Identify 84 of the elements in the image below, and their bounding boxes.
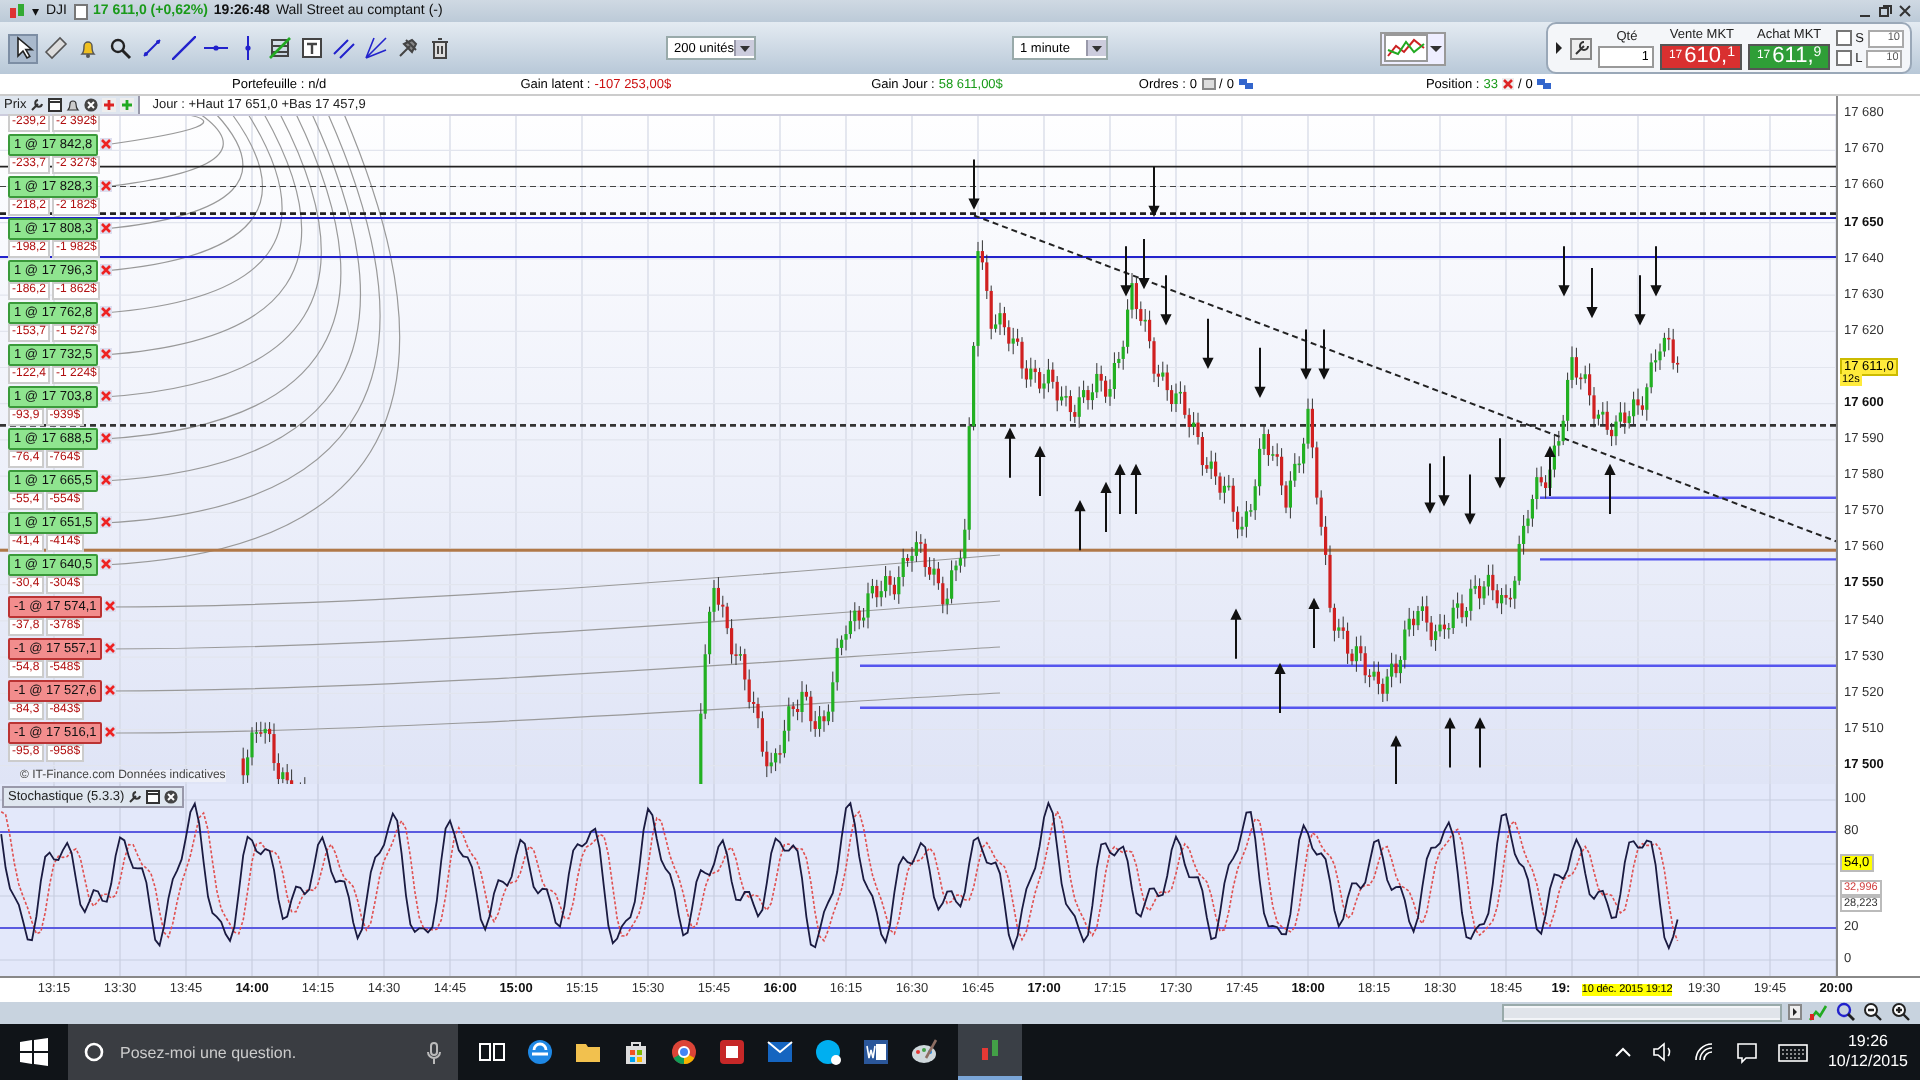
taskbar-app-button[interactable] bbox=[958, 1024, 1022, 1080]
cross-icon[interactable] bbox=[100, 138, 113, 151]
chart-type-button[interactable] bbox=[1380, 31, 1446, 66]
cross-icon[interactable] bbox=[100, 306, 113, 319]
cross-icon[interactable] bbox=[104, 600, 117, 613]
tool-button[interactable] bbox=[360, 33, 390, 64]
folder-icon[interactable] bbox=[574, 1040, 602, 1064]
wrench-icon[interactable] bbox=[128, 789, 143, 804]
plus-icon[interactable] bbox=[120, 97, 135, 112]
cross-icon[interactable] bbox=[100, 432, 113, 445]
color-wheel-icon[interactable] bbox=[670, 1038, 698, 1066]
caret-icon bbox=[1086, 40, 1106, 57]
grid-icon bbox=[267, 36, 291, 61]
restore-icon[interactable] bbox=[1878, 4, 1892, 19]
search-field[interactable]: Posez-moi une question. bbox=[116, 1041, 414, 1063]
cross-icon[interactable] bbox=[100, 264, 113, 277]
bell-icon[interactable] bbox=[66, 97, 81, 112]
tool-button[interactable] bbox=[264, 33, 294, 64]
arrow-right-icon[interactable] bbox=[1788, 1004, 1802, 1021]
checkbox[interactable] bbox=[1835, 30, 1852, 47]
cross-icon[interactable] bbox=[100, 474, 113, 487]
microphone-icon[interactable] bbox=[426, 1041, 442, 1063]
line-icon bbox=[171, 36, 195, 61]
search-icon bbox=[107, 36, 131, 61]
cross-icon[interactable] bbox=[1501, 78, 1514, 90]
candlestick-icon bbox=[8, 1, 26, 22]
settings-button[interactable] bbox=[1570, 37, 1593, 60]
pointer-icon bbox=[11, 36, 35, 61]
list-icon[interactable] bbox=[1201, 78, 1216, 90]
palette-icon[interactable] bbox=[910, 1038, 938, 1066]
wifi-icon[interactable] bbox=[1693, 1042, 1716, 1062]
wrench-icon[interactable] bbox=[30, 97, 45, 112]
window-icon[interactable] bbox=[146, 789, 161, 804]
tool-button[interactable] bbox=[8, 33, 38, 64]
cross-icon[interactable] bbox=[104, 726, 117, 739]
notification-icon[interactable] bbox=[1735, 1041, 1758, 1063]
keyboard-icon[interactable] bbox=[1777, 1043, 1808, 1061]
hammer-icon bbox=[395, 36, 419, 61]
cross-icon[interactable] bbox=[100, 180, 113, 193]
circle-icon bbox=[84, 1042, 104, 1062]
clock-date[interactable]: 10/12/2015 bbox=[1827, 1052, 1908, 1072]
pitchfork-icon bbox=[363, 36, 387, 61]
tool-button[interactable] bbox=[296, 33, 326, 64]
ruler-icon bbox=[43, 36, 67, 61]
cross-icon[interactable] bbox=[100, 516, 113, 529]
zoom-fit-icon[interactable] bbox=[1834, 1002, 1856, 1023]
caret-icon bbox=[734, 40, 754, 57]
link-icon[interactable] bbox=[1237, 78, 1254, 90]
candlestick-icon bbox=[976, 1036, 1004, 1064]
text-box-icon bbox=[299, 36, 323, 61]
segment-icon bbox=[139, 36, 163, 61]
cross-icon[interactable] bbox=[104, 642, 117, 655]
checkbox[interactable] bbox=[1835, 50, 1852, 67]
expand-icon[interactable] bbox=[1554, 42, 1565, 55]
close-icon[interactable] bbox=[1898, 4, 1912, 19]
search-bar[interactable]: Posez-moi une question. bbox=[68, 1024, 458, 1080]
shopping-bag-icon[interactable] bbox=[622, 1038, 650, 1066]
wrench-icon bbox=[1573, 40, 1590, 57]
channel-icon bbox=[331, 36, 355, 61]
window-icon[interactable] bbox=[48, 97, 63, 112]
globe-icon[interactable] bbox=[526, 1038, 554, 1066]
document-icon[interactable] bbox=[862, 1038, 890, 1066]
task-view-icon[interactable] bbox=[478, 1040, 506, 1064]
tool-button[interactable] bbox=[168, 33, 198, 64]
link-icon[interactable] bbox=[1536, 78, 1553, 90]
plus-icon[interactable] bbox=[102, 97, 117, 112]
app-tile-icon[interactable] bbox=[718, 1038, 746, 1066]
start-icon[interactable] bbox=[20, 1038, 48, 1066]
caret-up-icon[interactable] bbox=[1613, 1046, 1632, 1058]
cross-icon[interactable] bbox=[100, 558, 113, 571]
cross-icon[interactable] bbox=[100, 348, 113, 361]
mail-icon[interactable] bbox=[766, 1038, 794, 1066]
cross-icon[interactable] bbox=[100, 222, 113, 235]
chart-icon bbox=[1384, 34, 1428, 63]
cross-icon[interactable] bbox=[100, 390, 113, 403]
zoom-out-icon[interactable] bbox=[1862, 1002, 1884, 1023]
tool-button[interactable] bbox=[328, 33, 358, 64]
speaker-icon[interactable] bbox=[1651, 1042, 1674, 1062]
scrollbar-thumb[interactable] bbox=[1504, 1007, 1780, 1018]
cross-icon[interactable] bbox=[104, 684, 117, 697]
bell-icon bbox=[75, 36, 99, 61]
clock-time[interactable]: 19:26 bbox=[1847, 1032, 1888, 1052]
zoom-in-icon[interactable] bbox=[1890, 1002, 1912, 1023]
trash-icon bbox=[427, 36, 451, 61]
